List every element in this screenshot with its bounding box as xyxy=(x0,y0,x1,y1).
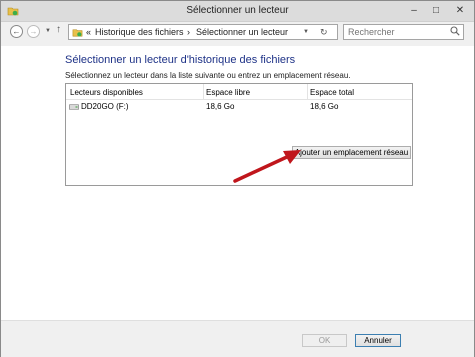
forward-arrow-icon: → xyxy=(29,27,38,36)
page-title: Sélectionner un lecteur d'historique des… xyxy=(65,54,296,66)
back-button[interactable]: ← xyxy=(10,25,23,38)
dialog-footer: OK Annuler xyxy=(1,320,474,357)
minimize-button[interactable]: – xyxy=(407,5,421,17)
search-input[interactable] xyxy=(343,24,464,40)
address-bar[interactable]: « Historique des fichiers › Sélectionner… xyxy=(68,24,338,40)
annotation-arrow-icon xyxy=(233,150,301,183)
breadcrumb-prefix[interactable]: « xyxy=(86,27,91,37)
drive-total-space: 18,6 Go xyxy=(310,102,339,111)
drive-name: DD20GO (F:) xyxy=(81,102,129,111)
cancel-button[interactable]: Annuler xyxy=(355,334,401,347)
drive-icon xyxy=(69,104,79,110)
column-header-total-space[interactable]: Espace total xyxy=(310,88,354,97)
breadcrumb-item-history[interactable]: Historique des fichiers xyxy=(95,27,184,37)
dialog-window: Sélectionner un lecteur – □ ✕ ← → ▼ ↑ « … xyxy=(0,0,475,357)
page-description: Sélectionnez un lecteur dans la liste su… xyxy=(65,71,351,80)
table-row[interactable]: DD20GO (F:) 18,6 Go 18,6 Go xyxy=(66,100,412,113)
back-arrow-icon: ← xyxy=(12,27,21,36)
column-header-free-space[interactable]: Espace libre xyxy=(206,88,250,97)
forward-button[interactable]: → xyxy=(27,25,40,38)
add-network-location-button[interactable]: Ajouter un emplacement réseau xyxy=(292,146,411,159)
address-dropdown-icon[interactable]: ▼ xyxy=(303,29,309,35)
breadcrumb-item-select-drive[interactable]: Sélectionner un lecteur xyxy=(196,27,288,37)
title-bar: Sélectionner un lecteur – □ ✕ xyxy=(1,1,474,22)
refresh-icon[interactable]: ↻ xyxy=(320,27,328,38)
column-divider xyxy=(307,84,308,99)
recent-locations-icon[interactable]: ▼ xyxy=(45,28,51,34)
breadcrumb-separator[interactable]: › xyxy=(187,27,190,37)
search-icon xyxy=(450,26,460,36)
maximize-button[interactable]: □ xyxy=(429,5,443,17)
minimize-icon: – xyxy=(411,5,417,16)
close-button[interactable]: ✕ xyxy=(453,5,467,17)
navigation-bar: ← → ▼ ↑ « Historique des fichiers › Séle… xyxy=(1,22,474,44)
maximize-icon: □ xyxy=(432,5,440,16)
column-divider xyxy=(203,84,204,99)
ok-button[interactable]: OK xyxy=(302,334,347,347)
window-title: Sélectionner un lecteur xyxy=(186,5,289,16)
close-icon: ✕ xyxy=(455,5,465,16)
column-header-drives[interactable]: Lecteurs disponibles xyxy=(70,88,143,97)
up-arrow-icon[interactable]: ↑ xyxy=(56,24,61,35)
folder-location-icon xyxy=(72,29,83,37)
drive-free-space: 18,6 Go xyxy=(206,102,235,111)
